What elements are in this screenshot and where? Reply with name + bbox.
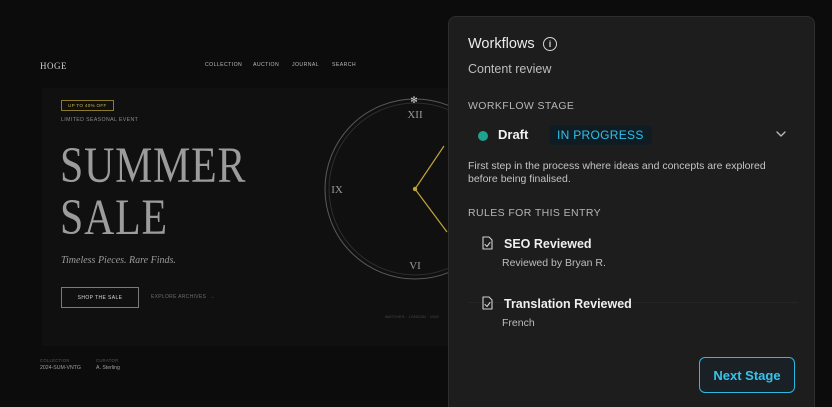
info-icon[interactable]: i: [543, 37, 557, 51]
panel-title: Workflows: [468, 36, 535, 52]
nav-auction[interactable]: AUCTION: [253, 62, 279, 68]
clock-numeral-12: XII: [407, 109, 423, 121]
document-check-icon: [482, 296, 493, 310]
hero-title-line2: SALE: [60, 190, 168, 246]
document-check-icon: [482, 236, 493, 250]
arrow-right-icon: →: [207, 294, 215, 300]
nav-collection[interactable]: COLLECTION: [205, 62, 242, 68]
image-credit: WATCHES · LONDON · 1942: [385, 315, 440, 319]
collection-value: 2024-SUM-VNTG: [40, 365, 81, 371]
hero-tagline: Timeless Pieces. Rare Finds.: [61, 255, 176, 266]
stage-description: First step in the process where ideas an…: [468, 160, 766, 185]
shop-sale-button[interactable]: SHOP THE SALE: [61, 287, 139, 308]
curator-key: CURATOR: [96, 358, 119, 363]
site-logo[interactable]: HOGE: [40, 61, 67, 71]
rules-heading: RULES FOR THIS ENTRY: [468, 207, 602, 219]
event-label: LIMITED SEASONAL EVENT: [61, 117, 139, 123]
clock-numeral-9: IX: [331, 184, 343, 196]
workflow-stage-heading: WORKFLOW STAGE: [468, 100, 575, 112]
workflows-panel: Workflows i Content review WORKFLOW STAG…: [448, 16, 815, 407]
promo-badge: UP TO 40% OFF: [61, 100, 114, 111]
status-badge: IN PROGRESS: [549, 125, 652, 145]
rule-detail: Reviewed by Bryan R.: [502, 257, 606, 269]
panel-subtitle: Content review: [468, 62, 552, 76]
chevron-down-icon[interactable]: [775, 128, 787, 140]
next-stage-button[interactable]: Next Stage: [699, 357, 795, 393]
rule-title: Translation Reviewed: [504, 297, 632, 311]
nav-journal[interactable]: JOURNAL: [292, 62, 319, 68]
star-icon: ✻: [410, 95, 418, 105]
explore-archives-link[interactable]: EXPLORE ARCHIVES →: [151, 294, 215, 300]
rule-title: SEO Reviewed: [504, 237, 592, 251]
stage-name: Draft: [498, 127, 529, 142]
stage-selector[interactable]: Draft IN PROGRESS: [468, 123, 798, 147]
collection-key: COLLECTION: [40, 358, 70, 363]
explore-archives-label: EXPLORE ARCHIVES: [151, 294, 207, 300]
rule-detail: French: [502, 317, 535, 329]
clock-numeral-6: VI: [409, 260, 421, 272]
hero-title-line1: SUMMER: [60, 138, 247, 194]
curator-value: A. Sterling: [96, 365, 120, 371]
stage-status-dot: [478, 131, 488, 141]
nav-search[interactable]: SEARCH: [332, 62, 356, 68]
rule-item-translation: Translation Reviewed French: [468, 296, 798, 346]
rule-item-seo: SEO Reviewed Reviewed by Bryan R.: [468, 236, 798, 286]
